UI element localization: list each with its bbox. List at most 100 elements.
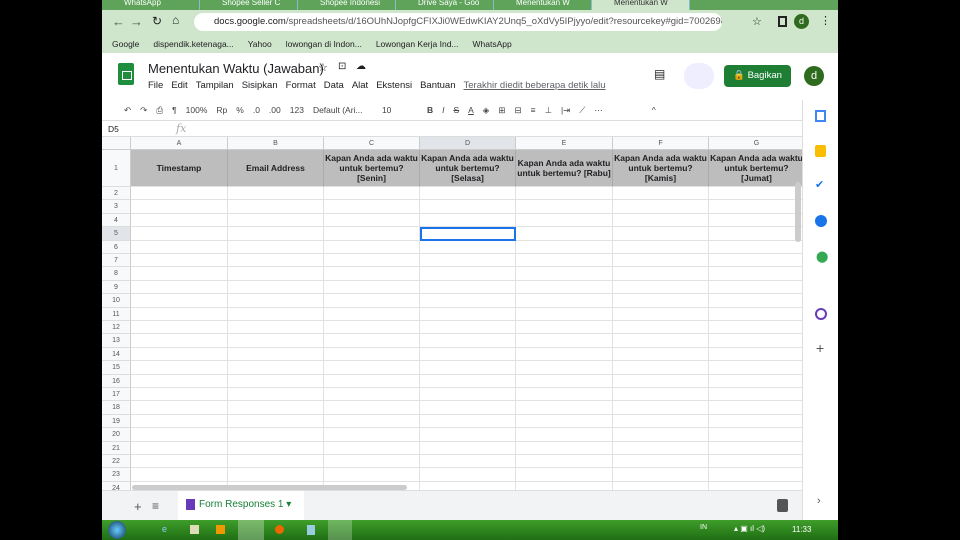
cell[interactable]	[420, 240, 516, 254]
menu-tools[interactable]: Alat	[352, 80, 368, 91]
cell[interactable]	[709, 227, 802, 241]
ie-icon[interactable]: e	[162, 524, 167, 534]
cell[interactable]	[131, 294, 228, 308]
cell[interactable]	[228, 187, 324, 201]
row-header[interactable]: 2	[102, 187, 131, 201]
align-icon[interactable]: ≡	[531, 105, 536, 115]
cell[interactable]	[131, 388, 228, 402]
cell[interactable]	[228, 334, 324, 348]
cell[interactable]	[709, 375, 802, 388]
cell[interactable]	[613, 200, 709, 214]
cell[interactable]	[516, 388, 613, 402]
cell[interactable]	[324, 361, 420, 375]
row-header[interactable]: 8	[102, 267, 131, 281]
cell[interactable]	[516, 428, 613, 442]
menu-extensions[interactable]: Ekstensi	[376, 80, 412, 91]
bookmark[interactable]: WhatsApp	[473, 39, 512, 49]
reload-icon[interactable]: ↻	[152, 14, 162, 28]
explorer-icon[interactable]	[190, 525, 199, 534]
bookmark[interactable]: lowongan di Indon...	[286, 39, 362, 49]
cell[interactable]	[516, 481, 613, 490]
cell[interactable]	[709, 468, 802, 482]
cell[interactable]	[613, 374, 709, 388]
zoom-select[interactable]: 100%	[186, 105, 208, 115]
menu-icon[interactable]: ⋮	[820, 14, 831, 27]
cell[interactable]	[228, 280, 324, 295]
cell[interactable]	[613, 347, 709, 362]
cell[interactable]	[613, 321, 709, 335]
bookmark[interactable]: dispendik.ketenaga...	[153, 39, 233, 49]
menu-edit[interactable]: Edit	[171, 80, 187, 91]
cell[interactable]	[709, 321, 802, 335]
cell[interactable]	[516, 187, 613, 201]
row-header[interactable]: 17	[102, 388, 131, 402]
cell[interactable]	[228, 388, 324, 402]
cell[interactable]	[613, 213, 709, 228]
cell[interactable]	[420, 388, 516, 402]
cell[interactable]	[420, 254, 516, 268]
cell[interactable]	[324, 307, 420, 321]
browser-tab[interactable]: Drive Saya - Goo	[396, 0, 494, 10]
redo-icon[interactable]: ↷	[140, 105, 147, 116]
app-icon[interactable]	[307, 525, 315, 535]
cell[interactable]	[228, 374, 324, 388]
chrome-taskbar-button[interactable]	[238, 520, 264, 540]
url-input[interactable]: docs.google.com/spreadsheets/d/16OUhNJop…	[194, 13, 722, 31]
cell[interactable]	[709, 187, 802, 201]
cell[interactable]	[324, 321, 420, 335]
cell[interactable]	[228, 401, 324, 415]
cell[interactable]	[324, 334, 420, 348]
cell[interactable]	[131, 267, 228, 281]
row-header[interactable]: 3	[102, 200, 131, 214]
cell[interactable]	[709, 442, 802, 455]
cell[interactable]	[709, 254, 802, 268]
profile-avatar[interactable]: d	[794, 14, 809, 29]
more-button[interactable]: ⋯	[594, 105, 603, 116]
column-header-f[interactable]: F	[613, 137, 709, 150]
cell[interactable]	[324, 455, 420, 469]
cell[interactable]	[131, 361, 228, 375]
cell[interactable]	[324, 254, 420, 268]
cell[interactable]	[709, 334, 802, 348]
cell[interactable]	[131, 414, 228, 429]
cell[interactable]	[131, 280, 228, 295]
vertical-scrollbar[interactable]	[795, 182, 801, 242]
sheets-logo-icon[interactable]	[118, 63, 134, 85]
cell[interactable]	[613, 254, 709, 268]
text-color-button[interactable]: A	[468, 105, 474, 115]
app-taskbar-button[interactable]	[328, 520, 352, 540]
cell[interactable]	[420, 294, 516, 308]
cell[interactable]	[324, 187, 420, 201]
cell[interactable]	[613, 240, 709, 254]
cell[interactable]	[228, 227, 324, 241]
row-header[interactable]: 6	[102, 240, 131, 254]
sheet-tab-active[interactable]: Form Responses 1 ▾	[178, 491, 304, 520]
cell[interactable]	[613, 267, 709, 281]
row-header[interactable]: 16	[102, 374, 131, 388]
clock[interactable]: 11:33	[792, 525, 811, 534]
cell[interactable]	[324, 468, 420, 482]
cell[interactable]	[516, 254, 613, 268]
cell[interactable]	[131, 321, 228, 335]
collapse-icon[interactable]: ^	[652, 105, 656, 115]
cell[interactable]	[420, 280, 516, 295]
font-select[interactable]: Default (Ari...	[313, 105, 373, 115]
undo-icon[interactable]: ↶	[124, 105, 131, 116]
currency-button[interactable]: Rp	[216, 105, 227, 115]
cell[interactable]	[516, 267, 613, 281]
cell[interactable]	[709, 415, 802, 429]
cell[interactable]	[420, 455, 516, 469]
row-header[interactable]: 23	[102, 468, 131, 482]
column-header-a[interactable]: A	[131, 137, 228, 150]
cell[interactable]	[131, 441, 228, 455]
cell[interactable]	[613, 388, 709, 402]
cell[interactable]	[131, 455, 228, 469]
cell[interactable]	[420, 213, 516, 228]
cell[interactable]	[420, 374, 516, 388]
row-header[interactable]: 20	[102, 428, 131, 442]
cell[interactable]	[228, 240, 324, 254]
cell[interactable]	[131, 374, 228, 388]
explore-icon[interactable]	[777, 499, 788, 512]
number-format-select[interactable]: 123	[290, 105, 304, 115]
cell[interactable]	[709, 455, 802, 469]
